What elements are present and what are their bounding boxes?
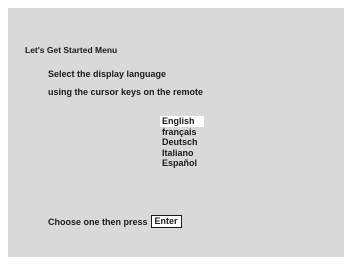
instruction-line-1: Select the display language bbox=[48, 69, 167, 79]
footer-prompt-text: Choose one then press bbox=[48, 216, 148, 227]
enter-key-button[interactable]: Enter bbox=[150, 215, 182, 228]
language-option-english[interactable]: English bbox=[160, 116, 204, 127]
language-list: English français Deutsch Italiano Españo… bbox=[160, 116, 204, 169]
menu-title: Let's Get Started Menu bbox=[25, 45, 118, 55]
language-option-italiano[interactable]: Italiano bbox=[160, 148, 204, 159]
language-option-deutsch[interactable]: Deutsch bbox=[160, 137, 204, 148]
language-option-espanol[interactable]: Español bbox=[160, 158, 204, 169]
footer-prompt: Choose one then press Enter bbox=[48, 215, 182, 228]
instruction-line-2: using the cursor keys on the remote bbox=[48, 87, 204, 97]
language-option-francais[interactable]: français bbox=[160, 127, 204, 138]
